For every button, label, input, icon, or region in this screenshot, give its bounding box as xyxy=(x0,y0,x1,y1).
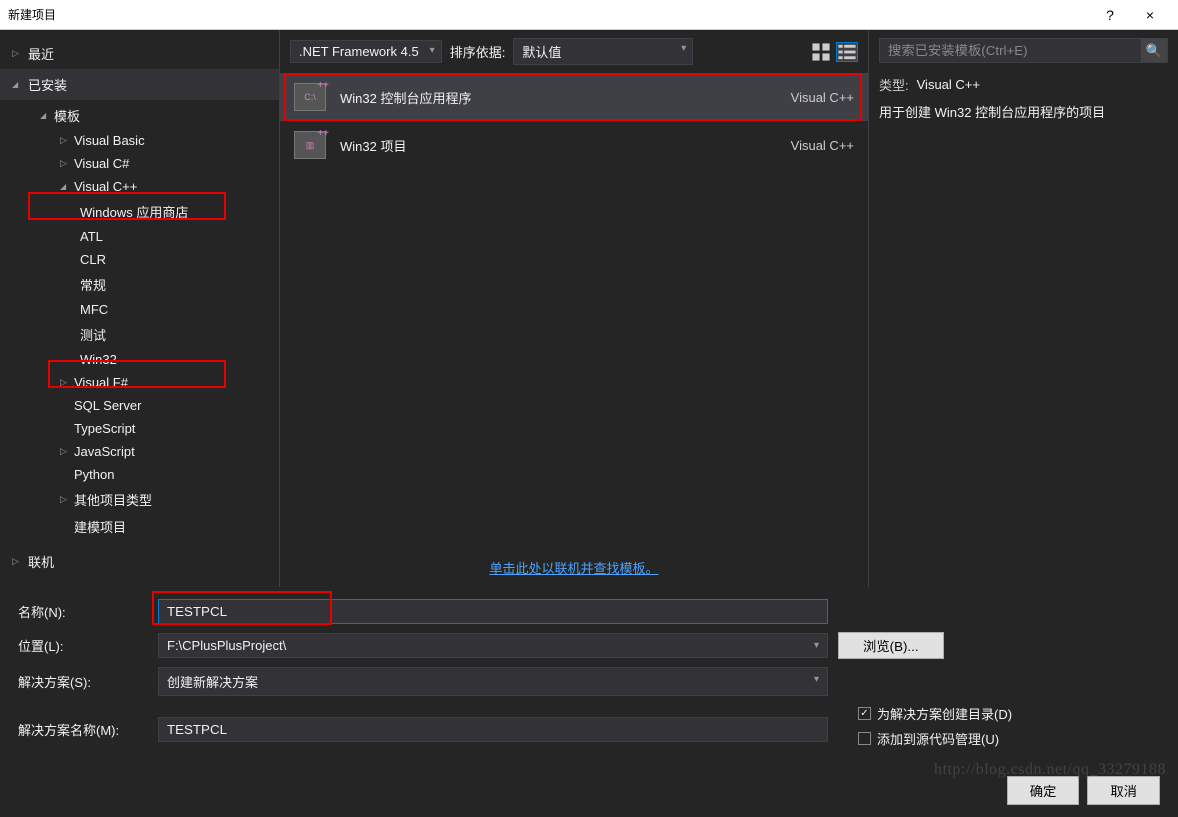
chevron-right-icon xyxy=(60,377,70,388)
tree-cpp-atl[interactable]: ATL xyxy=(0,225,279,248)
solution-name-field[interactable] xyxy=(158,717,828,742)
create-dir-checkbox[interactable]: 为解决方案创建目录(D) xyxy=(858,704,1012,723)
console-app-icon: C:\++ xyxy=(294,83,326,111)
list-view-icon[interactable] xyxy=(836,42,858,62)
template-win32-console[interactable]: C:\++ Win32 控制台应用程序 Visual C++ xyxy=(280,73,868,121)
chevron-right-icon xyxy=(60,446,70,457)
tree-other[interactable]: 其他项目类型 xyxy=(0,486,279,513)
tree-sql[interactable]: SQL Server xyxy=(0,394,279,417)
tree-modeling[interactable]: 建模项目 xyxy=(0,513,279,540)
ok-button[interactable]: 确定 xyxy=(1007,776,1080,805)
chevron-right-icon xyxy=(12,48,22,59)
chevron-down-icon xyxy=(40,110,50,121)
tree-fs[interactable]: Visual F# xyxy=(0,371,279,394)
tree-js[interactable]: JavaScript xyxy=(0,440,279,463)
template-win32-project[interactable]: ▥++ Win32 项目 Visual C++ xyxy=(280,121,868,169)
tree-cpp-win32[interactable]: Win32 xyxy=(0,348,279,371)
sort-label: 排序依据: xyxy=(450,42,506,61)
solution-name-label: 解决方案名称(M): xyxy=(18,720,148,739)
solution-combo[interactable]: 创建新解决方案 xyxy=(158,667,828,696)
search-box[interactable]: 🔍 xyxy=(879,38,1168,63)
tree-cpp-store[interactable]: Windows 应用商店 xyxy=(0,198,279,225)
checkbox-icon[interactable] xyxy=(858,732,871,745)
location-field[interactable]: F:\CPlusPlusProject\ xyxy=(158,633,828,658)
tree-cs[interactable]: Visual C# xyxy=(0,152,279,175)
toolbar: .NET Framework 4.5 排序依据: 默认值 xyxy=(280,30,868,73)
sidebar-recent[interactable]: 最近 xyxy=(0,38,279,69)
tree-vb[interactable]: Visual Basic xyxy=(0,129,279,152)
framework-combo[interactable]: .NET Framework 4.5 xyxy=(290,40,442,63)
chevron-right-icon xyxy=(60,135,70,146)
chevron-down-icon xyxy=(60,181,70,192)
cancel-button[interactable]: 取消 xyxy=(1087,776,1160,805)
chevron-right-icon xyxy=(12,556,22,567)
sidebar: 最近 已安装 模板 Visual Basic Visual C# Visual … xyxy=(0,30,280,587)
template-description: 用于创建 Win32 控制台应用程序的项目 xyxy=(879,103,1168,123)
tree-cpp[interactable]: Visual C++ xyxy=(0,175,279,198)
solution-label: 解决方案(S): xyxy=(18,672,148,691)
project-form: 名称(N): 位置(L): F:\CPlusPlusProject\ 浏览(B)… xyxy=(0,587,1178,770)
name-field[interactable] xyxy=(158,599,828,624)
grid-view-icon[interactable] xyxy=(810,42,832,62)
browse-button[interactable]: 浏览(B)... xyxy=(838,632,944,659)
chevron-down-icon xyxy=(12,79,22,90)
template-panel: .NET Framework 4.5 排序依据: 默认值 C:\++ Win32… xyxy=(280,30,868,587)
checkbox-icon[interactable] xyxy=(858,707,871,720)
watermark: http://blog.csdn.net/qq_33279188 xyxy=(934,761,1166,779)
tree-cpp-test[interactable]: 测试 xyxy=(0,321,279,348)
help-button[interactable]: ? xyxy=(1090,7,1130,23)
search-input[interactable] xyxy=(880,39,1141,62)
chevron-right-icon xyxy=(60,494,70,505)
location-label: 位置(L): xyxy=(18,636,148,655)
tree-templates[interactable]: 模板 xyxy=(0,102,279,129)
sidebar-installed[interactable]: 已安装 xyxy=(0,69,279,100)
tree-ts[interactable]: TypeScript xyxy=(0,417,279,440)
sidebar-online[interactable]: 联机 xyxy=(0,546,279,577)
sort-combo[interactable]: 默认值 xyxy=(513,38,693,65)
template-list: C:\++ Win32 控制台应用程序 Visual C++ ▥++ Win32… xyxy=(280,73,868,548)
titlebar: 新建项目 ? × xyxy=(0,0,1178,30)
online-search-link[interactable]: 单击此处以联机并查找模板。 xyxy=(280,548,868,587)
name-label: 名称(N): xyxy=(18,602,148,621)
type-value: Visual C++ xyxy=(917,75,980,95)
tree-cpp-mfc[interactable]: MFC xyxy=(0,298,279,321)
chevron-right-icon xyxy=(60,158,70,169)
search-icon[interactable]: 🔍 xyxy=(1141,39,1167,62)
tree-cpp-clr[interactable]: CLR xyxy=(0,248,279,271)
tree-cpp-general[interactable]: 常规 xyxy=(0,271,279,298)
tree-py[interactable]: Python xyxy=(0,463,279,486)
type-label: 类型: xyxy=(879,75,909,95)
source-control-checkbox[interactable]: 添加到源代码管理(U) xyxy=(858,729,1012,748)
win32-project-icon: ▥++ xyxy=(294,131,326,159)
close-button[interactable]: × xyxy=(1130,7,1170,23)
dialog-title: 新建项目 xyxy=(8,6,1090,23)
description-panel: 🔍 类型: Visual C++ 用于创建 Win32 控制台应用程序的项目 xyxy=(868,30,1178,587)
